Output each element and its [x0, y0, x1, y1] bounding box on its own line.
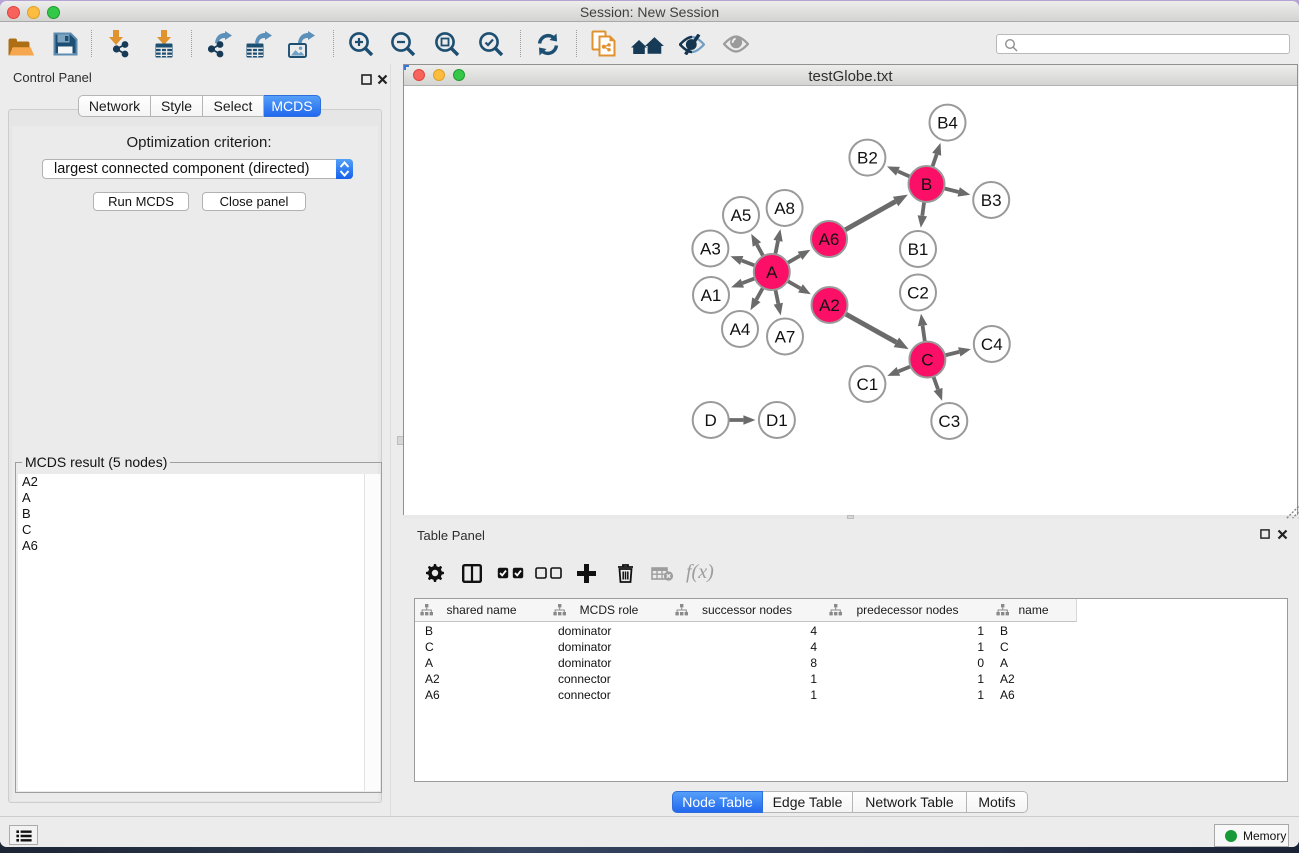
svg-text:B1: B1	[908, 240, 929, 259]
svg-text:A3: A3	[700, 240, 721, 259]
svg-text:C2: C2	[907, 284, 929, 303]
svg-text:A8: A8	[774, 199, 795, 218]
svg-text:A1: A1	[701, 286, 722, 305]
svg-text:C1: C1	[857, 375, 879, 394]
svg-text:A5: A5	[731, 206, 752, 225]
svg-text:B3: B3	[981, 191, 1002, 210]
svg-text:D1: D1	[766, 411, 788, 430]
svg-text:A: A	[766, 263, 778, 282]
svg-text:A7: A7	[775, 328, 796, 347]
svg-text:B: B	[921, 175, 932, 194]
svg-text:C: C	[921, 351, 933, 370]
svg-text:A6: A6	[819, 230, 840, 249]
svg-text:B2: B2	[857, 149, 878, 168]
svg-text:A2: A2	[819, 296, 840, 315]
svg-text:A4: A4	[730, 320, 751, 339]
svg-text:D: D	[705, 411, 717, 430]
svg-text:C3: C3	[938, 412, 960, 431]
svg-text:B4: B4	[937, 114, 958, 133]
svg-text:C4: C4	[981, 335, 1003, 354]
